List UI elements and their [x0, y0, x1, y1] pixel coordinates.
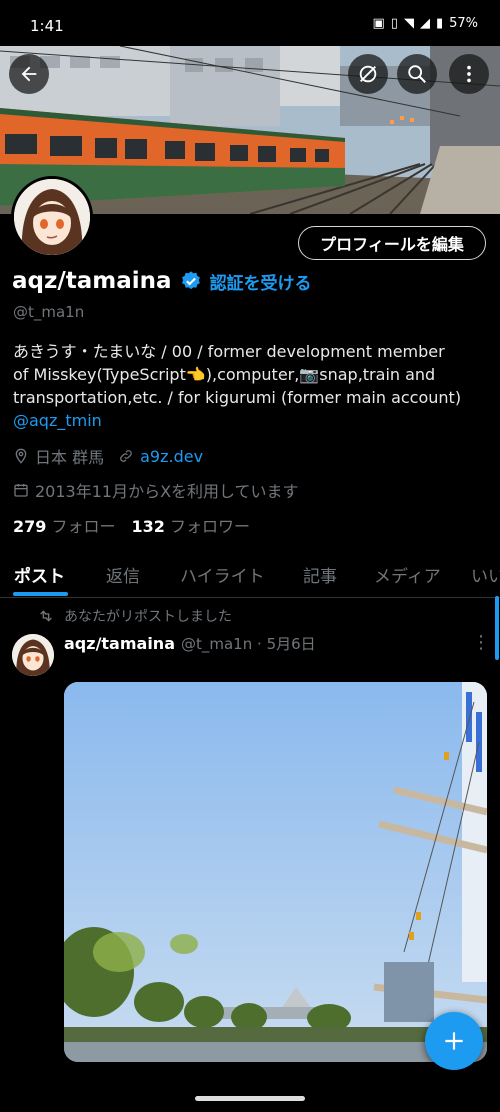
following-link[interactable]: 279 フォロー — [13, 513, 116, 537]
profile-name-row: aqz/tamaina 認証を受ける — [12, 268, 312, 294]
edit-profile-button[interactable]: プロフィールを編集 — [298, 226, 486, 260]
tab-articles[interactable]: 記事 — [303, 562, 337, 587]
avatar-illustration — [14, 179, 90, 255]
search-icon — [408, 65, 426, 83]
following-label: フォロー — [51, 517, 116, 536]
home-indicator[interactable] — [195, 1096, 305, 1101]
tab-likes[interactable]: いい — [471, 562, 500, 587]
link-icon — [120, 450, 132, 462]
website-link[interactable]: a9z.dev — [140, 447, 203, 466]
joined-date: 2013年11月からXを利用しています — [35, 482, 299, 501]
profile-bio: あきうす・たまいな / 00 / former development memb… — [13, 340, 493, 432]
display-name: aqz/tamaina — [12, 268, 172, 294]
status-bar: 1:41 ▣ ▯ ◥ ◢ ▮ 57% — [0, 0, 500, 46]
following-count: 279 — [13, 517, 47, 536]
follow-stats: 279 フォロー 132 フォロワー — [13, 513, 250, 537]
status-icons: ▣ ▯ ◥ ◢ ▮ 57% — [372, 16, 478, 31]
profile-tabs: ポスト 返信 ハイライト 記事 メディア いい — [0, 553, 500, 598]
wifi-icon: ◥ — [403, 16, 414, 31]
nfc-icon: ▣ — [372, 16, 385, 31]
followers-link[interactable]: 132 フォロワー — [132, 513, 251, 537]
post-date[interactable]: 5月6日 — [267, 635, 316, 653]
avatar-illustration — [12, 634, 54, 676]
calendar-icon — [14, 484, 28, 497]
profile-handle: @t_ma1n — [13, 303, 85, 321]
more-options-button[interactable] — [449, 54, 489, 94]
tab-media[interactable]: メディア — [374, 562, 441, 587]
bio-mention-link[interactable]: @aqz_tmin — [13, 409, 493, 432]
bio-line: of Misskey(TypeScript👈),computer,📷snap,t… — [13, 365, 436, 384]
grok-icon — [359, 65, 377, 83]
scrollbar-thumb[interactable] — [495, 596, 499, 660]
post-author-avatar[interactable] — [12, 634, 54, 676]
signal-icon: ◢ — [419, 16, 430, 31]
tab-posts[interactable]: ポスト — [14, 562, 65, 587]
post-header: aqz/tamaina @t_ma1n · 5月6日 — [64, 633, 316, 654]
bio-line: あきうす・たまいな / 00 / former development memb… — [13, 342, 445, 361]
vibrate-icon: ▯ — [390, 16, 398, 31]
status-time: 1:41 — [30, 17, 64, 35]
arrow-left-icon — [21, 66, 37, 82]
battery-icon: ▮ — [435, 16, 444, 31]
location-pin-icon — [15, 448, 27, 464]
post-photo — [64, 682, 487, 1062]
grok-button[interactable] — [348, 54, 388, 94]
location-text: 日本 群馬 — [35, 448, 105, 467]
followers-count: 132 — [131, 517, 165, 536]
search-button[interactable] — [397, 54, 437, 94]
post-more-icon[interactable]: ⋮ — [472, 632, 490, 653]
repost-indicator: あなたがリポストしました — [38, 606, 232, 626]
back-button[interactable] — [9, 54, 49, 94]
plus-icon — [445, 1032, 463, 1050]
post-author-handle: @t_ma1n · 5月6日 — [181, 635, 316, 653]
followers-label: フォロワー — [170, 517, 251, 536]
active-tab-indicator — [13, 592, 68, 596]
get-verified-link[interactable]: 認証を受ける — [210, 269, 312, 294]
profile-avatar[interactable] — [11, 176, 93, 258]
compose-post-button[interactable] — [425, 1012, 483, 1070]
profile-meta-location-row: 日本 群馬 a9z.dev — [13, 444, 203, 468]
tab-replies[interactable]: 返信 — [106, 562, 140, 587]
post-author-name[interactable]: aqz/tamaina — [64, 634, 175, 653]
verified-badge-icon[interactable] — [180, 270, 202, 292]
post-image[interactable] — [64, 682, 487, 1062]
post-handle: @t_ma1n — [181, 635, 253, 653]
more-vertical-icon — [467, 65, 471, 83]
bio-line: transportation,etc. / for kigurumi (form… — [13, 388, 462, 407]
tab-highlights[interactable]: ハイライト — [180, 562, 265, 587]
repost-icon — [40, 610, 52, 622]
profile-meta-joined-row: 2013年11月からXを利用しています — [13, 478, 299, 502]
battery-level: 57% — [449, 16, 478, 31]
repost-note: あなたがリポストしました — [64, 609, 232, 625]
